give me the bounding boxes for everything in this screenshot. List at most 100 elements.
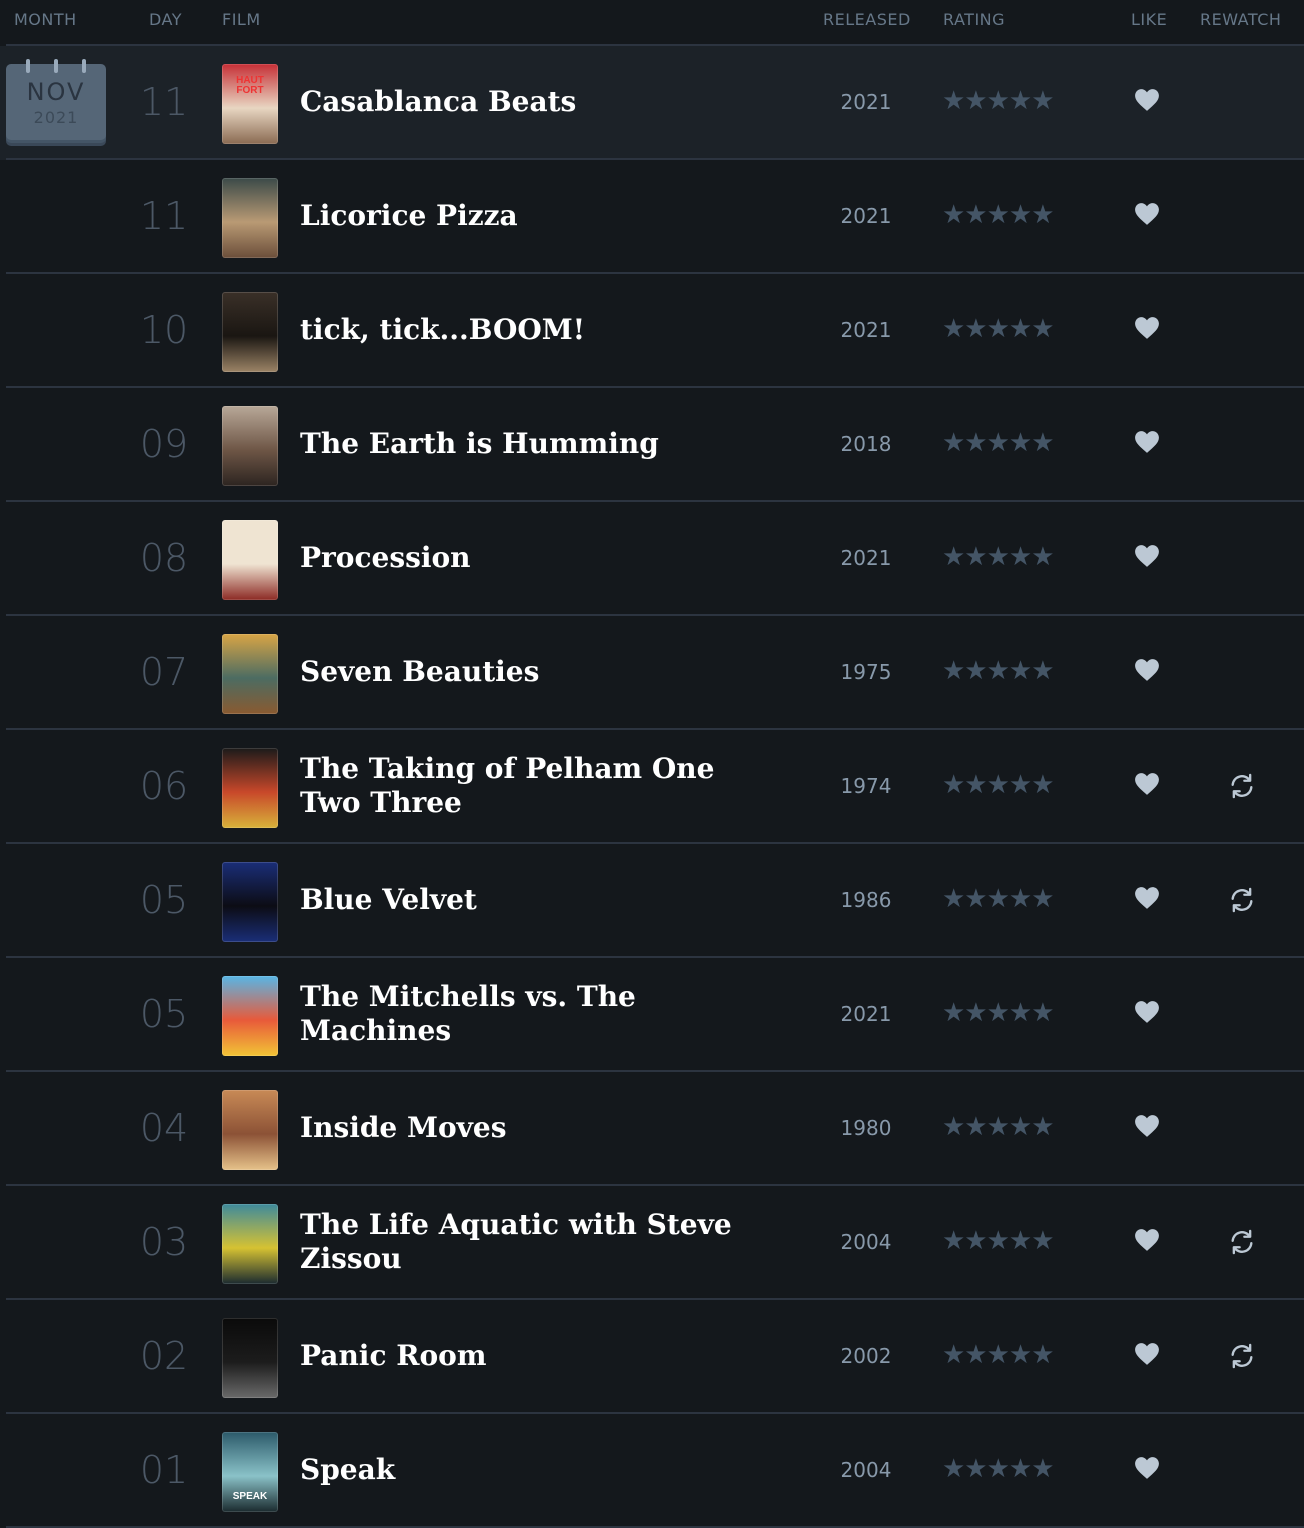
- film-title[interactable]: Licorice Pizza: [300, 160, 770, 272]
- day-number[interactable]: 03: [128, 1220, 200, 1264]
- day-number[interactable]: 06: [128, 764, 200, 808]
- release-year[interactable]: 2021: [822, 318, 910, 342]
- film-poster[interactable]: [222, 862, 278, 942]
- rating-stars: ★★★★★: [942, 656, 1055, 686]
- day-number[interactable]: 11: [128, 80, 200, 124]
- film-poster[interactable]: [222, 1318, 278, 1398]
- day-number[interactable]: 05: [128, 992, 200, 1036]
- rewatch-icon: [1228, 886, 1256, 914]
- film-poster[interactable]: [222, 1090, 278, 1170]
- heart-icon: [1134, 658, 1160, 682]
- poster-text: SPEAK: [232, 1491, 268, 1502]
- day-number[interactable]: 09: [128, 422, 200, 466]
- film-poster[interactable]: [222, 1204, 278, 1284]
- column-header-like: LIKE: [1131, 10, 1168, 29]
- film-poster[interactable]: [222, 748, 278, 828]
- film-poster[interactable]: SPEAK: [222, 1432, 278, 1512]
- heart-icon: [1134, 1000, 1160, 1024]
- diary-row: 11 Licorice Pizza 2021 ★★★★★: [0, 160, 1304, 274]
- diary-row: 05 Blue Velvet 1986 ★★★★★: [0, 844, 1304, 958]
- calendar-month-badge[interactable]: NOV 2021: [6, 59, 106, 140]
- heart-icon: [1134, 88, 1160, 112]
- film-title[interactable]: Inside Moves: [300, 1072, 770, 1184]
- film-title[interactable]: Seven Beauties: [300, 616, 770, 728]
- film-poster[interactable]: [222, 634, 278, 714]
- rating-stars: ★★★★★: [942, 428, 1055, 458]
- diary-row: 02 Panic Room 2002 ★★★★★: [0, 1300, 1304, 1414]
- diary-row: 04 Inside Moves 1980 ★★★★★: [0, 1072, 1304, 1186]
- calendar-ring: [54, 59, 58, 73]
- heart-icon: [1134, 886, 1160, 910]
- poster-text: HAUT FORT: [236, 75, 264, 96]
- release-year[interactable]: 1980: [822, 1116, 910, 1140]
- film-title[interactable]: The Earth is Humming: [300, 388, 770, 500]
- rewatch-icon: [1228, 772, 1256, 800]
- diary-row: 05 The Mitchells vs. The Machines 2021 ★…: [0, 958, 1304, 1072]
- film-title[interactable]: Panic Room: [300, 1300, 770, 1412]
- table-header: MONTH DAY FILM RELEASED RATING LIKE REWA…: [0, 0, 1304, 44]
- rewatch-icon: [1228, 1228, 1256, 1256]
- diary-row: 10 tick, tick...BOOM! 2021 ★★★★★: [0, 274, 1304, 388]
- rating-stars: ★★★★★: [942, 86, 1055, 116]
- film-poster[interactable]: [222, 178, 278, 258]
- diary-row: 08 Procession 2021 ★★★★★: [0, 502, 1304, 616]
- release-year[interactable]: 2002: [822, 1344, 910, 1368]
- column-header-day: DAY: [149, 10, 183, 29]
- heart-icon: [1134, 1456, 1160, 1480]
- release-year[interactable]: 1975: [822, 660, 910, 684]
- film-title[interactable]: tick, tick...BOOM!: [300, 274, 770, 386]
- film-title[interactable]: The Mitchells vs. The Machines: [300, 958, 770, 1070]
- day-number[interactable]: 08: [128, 536, 200, 580]
- rating-stars: ★★★★★: [942, 1226, 1055, 1256]
- diary-row: 01 SPEAK Speak 2004 ★★★★★: [0, 1414, 1304, 1528]
- release-year[interactable]: 2021: [822, 90, 910, 114]
- release-year[interactable]: 2021: [822, 204, 910, 228]
- release-year[interactable]: 2004: [822, 1230, 910, 1254]
- heart-icon: [1134, 316, 1160, 340]
- diary-table: 11 HAUT FORT Casablanca Beats 2021 ★★★★★…: [0, 46, 1304, 1528]
- film-poster[interactable]: [222, 976, 278, 1056]
- diary-row: 11 HAUT FORT Casablanca Beats 2021 ★★★★★…: [0, 46, 1304, 160]
- day-number[interactable]: 01: [128, 1448, 200, 1492]
- film-poster[interactable]: [222, 520, 278, 600]
- day-number[interactable]: 07: [128, 650, 200, 694]
- column-header-released[interactable]: RELEASED: [823, 10, 911, 29]
- film-poster[interactable]: HAUT FORT: [222, 64, 278, 144]
- release-year[interactable]: 2018: [822, 432, 910, 456]
- day-number[interactable]: 02: [128, 1334, 200, 1378]
- film-title[interactable]: Speak: [300, 1414, 770, 1526]
- film-title[interactable]: Procession: [300, 502, 770, 614]
- heart-icon: [1134, 1228, 1160, 1252]
- film-title[interactable]: The Taking of Pelham One Two Three: [300, 730, 770, 842]
- calendar-month: NOV: [26, 78, 86, 106]
- day-number[interactable]: 11: [128, 194, 200, 238]
- day-number[interactable]: 10: [128, 308, 200, 352]
- release-year[interactable]: 2021: [822, 546, 910, 570]
- film-title[interactable]: Casablanca Beats: [300, 46, 770, 158]
- rating-stars: ★★★★★: [942, 884, 1055, 914]
- calendar-year: 2021: [33, 108, 79, 127]
- rating-stars: ★★★★★: [942, 314, 1055, 344]
- film-title[interactable]: The Life Aquatic with Steve Zissou: [300, 1186, 770, 1298]
- calendar-ring: [82, 59, 86, 73]
- film-poster[interactable]: [222, 292, 278, 372]
- heart-icon: [1134, 544, 1160, 568]
- day-number[interactable]: 05: [128, 878, 200, 922]
- column-header-rewatch: REWATCH: [1200, 10, 1282, 29]
- diary-row: 03 The Life Aquatic with Steve Zissou 20…: [0, 1186, 1304, 1300]
- column-header-rating[interactable]: RATING: [943, 10, 1005, 29]
- heart-icon: [1134, 430, 1160, 454]
- diary-row: 06 The Taking of Pelham One Two Three 19…: [0, 730, 1304, 844]
- release-year[interactable]: 1986: [822, 888, 910, 912]
- release-year[interactable]: 2021: [822, 1002, 910, 1026]
- heart-icon: [1134, 1114, 1160, 1138]
- rating-stars: ★★★★★: [942, 1112, 1055, 1142]
- rating-stars: ★★★★★: [942, 998, 1055, 1028]
- rating-stars: ★★★★★: [942, 542, 1055, 572]
- column-header-film: FILM: [222, 10, 261, 29]
- film-poster[interactable]: [222, 406, 278, 486]
- day-number[interactable]: 04: [128, 1106, 200, 1150]
- release-year[interactable]: 1974: [822, 774, 910, 798]
- film-title[interactable]: Blue Velvet: [300, 844, 770, 956]
- release-year[interactable]: 2004: [822, 1458, 910, 1482]
